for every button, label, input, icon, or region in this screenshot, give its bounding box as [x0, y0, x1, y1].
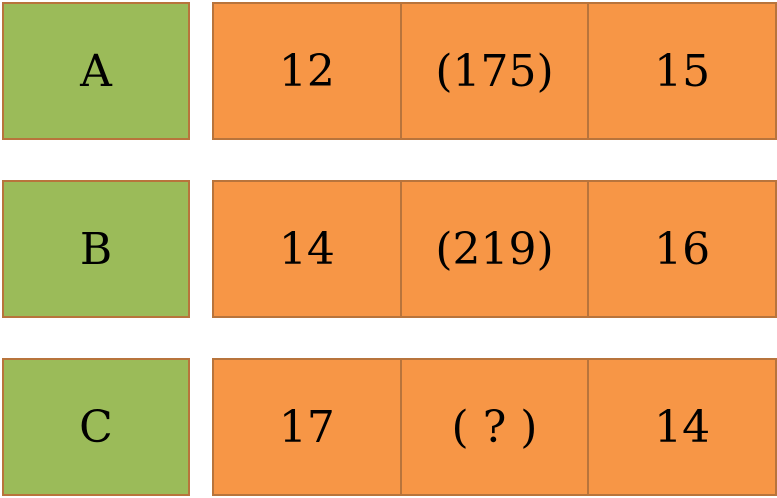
cell-b-middle: (219)	[399, 182, 588, 316]
cell-a-middle: (175)	[399, 4, 588, 138]
cell-a-right: 15	[587, 4, 776, 138]
row-cells-b: 14 (219) 16	[212, 180, 777, 318]
row-label-a: A	[2, 2, 190, 140]
row-label-b: B	[2, 180, 190, 318]
cell-c-left: 17	[214, 360, 400, 494]
cell-c-middle: ( ? )	[399, 360, 588, 494]
cell-b-left: 14	[214, 182, 400, 316]
row-cells-a: 12 (175) 15	[212, 2, 777, 140]
row-cells-c: 17 ( ? ) 14	[212, 358, 777, 496]
row-label-c: C	[2, 358, 190, 496]
cell-c-right: 14	[587, 360, 776, 494]
cell-a-left: 12	[214, 4, 400, 138]
cell-b-right: 16	[587, 182, 776, 316]
